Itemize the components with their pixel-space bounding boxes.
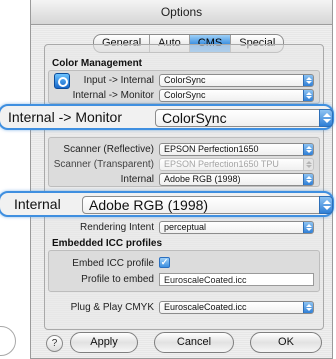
scanner-reflective-label: Scanner (Reflective) [63, 144, 154, 155]
scanner-reflective-value: EPSON Perfection1650 [164, 144, 259, 154]
scanner-reflective-popup[interactable]: EPSON Perfection1650 [159, 143, 314, 156]
zoom-internal-label: Internal [14, 196, 61, 212]
input-internal-label: Input -> Internal [83, 75, 154, 86]
plug-play-cmyk-value: EuroscaleCoated.icc [164, 302, 247, 312]
popup-arrows-icon [303, 174, 313, 185]
rendering-intent-popup[interactable]: perceptual [159, 221, 314, 234]
apply-button[interactable]: Apply [70, 332, 138, 353]
zoom-internal-value: Adobe RGB (1998) [89, 197, 209, 213]
zoom-internal-monitor-value: ColorSync [162, 110, 227, 126]
popup-arrows-icon [303, 144, 313, 155]
plug-play-cmyk-label: Plug & Play CMYK [70, 302, 154, 313]
window-title: Options [31, 0, 332, 25]
internal-label: Internal [120, 174, 154, 185]
embed-icc-label: Embed ICC profile [72, 258, 154, 269]
popup-arrows-icon [303, 159, 313, 170]
scanner-transparent-label: Scanner (Transparent) [53, 159, 154, 170]
input-internal-popup[interactable]: ColorSync [159, 74, 314, 87]
internal-value: Adobe RGB (1998) [164, 174, 241, 184]
zoom-internal-popup[interactable]: Adobe RGB (1998) [82, 196, 333, 214]
zoom-internal: Internal Adobe RGB (1998) [0, 191, 334, 217]
internal-monitor-popup[interactable]: ColorSync [159, 89, 314, 102]
internal-popup[interactable]: Adobe RGB (1998) [159, 173, 314, 186]
popup-arrows-icon [319, 196, 333, 214]
profile-to-embed-field[interactable]: EuroscaleCoated.icc [159, 273, 314, 286]
zoom-internal-monitor-label: Internal -> Monitor [8, 109, 122, 125]
input-internal-value: ColorSync [164, 75, 206, 85]
popup-arrows-icon [303, 222, 313, 233]
colorsync-icon [54, 73, 70, 89]
scanner-transparent-popup: EPSON Perfection1650 TPU [159, 158, 314, 171]
rendering-intent-value: perceptual [164, 222, 207, 232]
profile-to-embed-label: Profile to embed [81, 274, 154, 285]
popup-arrows-icon [303, 90, 313, 101]
embed-icc-checkbox[interactable]: ✓ [159, 257, 170, 268]
embedded-icc-heading: Embedded ICC profiles [52, 238, 163, 249]
popup-arrows-icon [319, 109, 333, 127]
internal-monitor-label: Internal -> Monitor [72, 90, 154, 101]
rendering-intent-label: Rendering Intent [80, 222, 154, 233]
popup-arrows-icon [303, 75, 313, 86]
internal-monitor-value: ColorSync [164, 90, 206, 100]
plug-play-cmyk-popup[interactable]: EuroscaleCoated.icc [159, 301, 314, 314]
zoom-internal-monitor: Internal -> Monitor ColorSync [0, 104, 334, 130]
color-management-heading: Color Management [52, 58, 143, 69]
scanner-transparent-value: EPSON Perfection1650 TPU [164, 159, 279, 169]
popup-arrows-icon [303, 302, 313, 313]
cancel-button[interactable]: Cancel [154, 332, 234, 353]
magnifier-bubble [0, 326, 16, 356]
help-button[interactable]: ? [46, 335, 63, 352]
ok-button[interactable]: OK [250, 332, 322, 353]
zoom-internal-monitor-popup[interactable]: ColorSync [155, 109, 333, 127]
